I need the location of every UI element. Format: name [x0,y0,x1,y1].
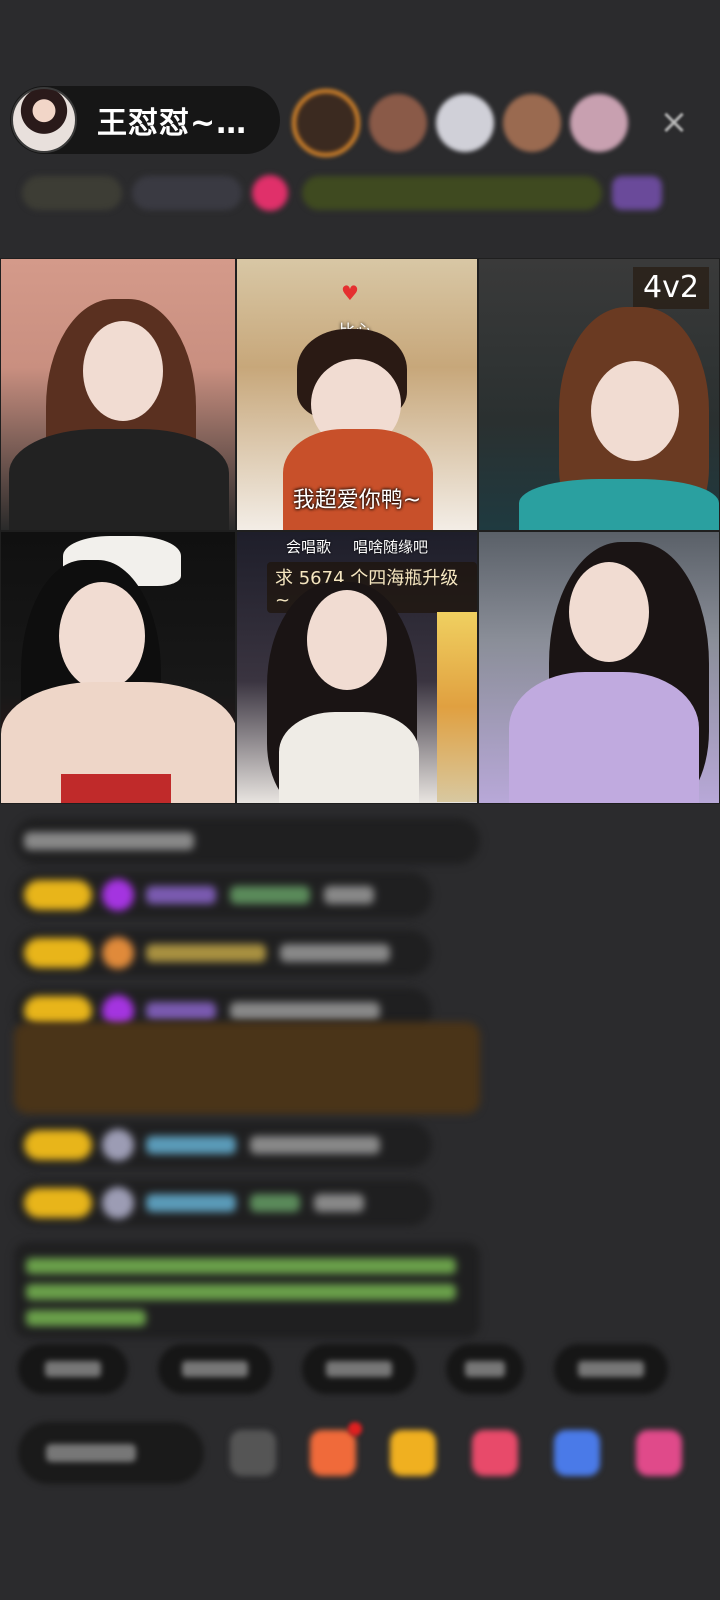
gift-box-icon[interactable] [390,1430,436,1476]
chat-message [14,872,432,918]
more-icon[interactable] [230,1430,276,1476]
comment-input[interactable] [18,1422,204,1484]
multi-guest-video-grid: ♥ 比心 我超爱你鸭~ 4v2 会唱歌 唱啥随缘吧 求 5674 个四海瓶升级~ [0,258,720,804]
heart-gift-icon[interactable] [472,1430,518,1476]
battle-mode-badge: 4v2 [633,267,709,309]
quick-chip[interactable] [446,1344,524,1394]
badge-icon[interactable] [252,175,288,211]
viewer-avatar-list [292,89,637,157]
video-tile-5[interactable]: 会唱歌 唱啥随缘吧 求 5674 个四海瓶升级~ [236,531,478,804]
rank-badge-row[interactable] [22,170,686,216]
close-icon[interactable]: × [656,104,692,140]
quick-chip[interactable] [302,1344,416,1394]
heart-icon: ♥ [341,281,359,305]
chat-message [14,1122,432,1168]
quick-chip[interactable] [18,1344,128,1394]
host-info-pill[interactable]: 王怼怼~… [10,86,280,154]
viewer-avatar[interactable] [570,94,628,152]
sticker-strip [437,612,477,802]
bottom-action-bar [18,1418,720,1492]
activity-banner[interactable] [302,176,602,210]
chat-message [14,1180,432,1226]
quick-chip[interactable] [158,1344,272,1394]
tip-left: 会唱歌 [285,538,331,556]
rank-chip[interactable] [22,176,122,210]
quick-chip[interactable] [554,1344,668,1394]
host-name: 王怼怼~… [97,106,248,141]
video-tile-3[interactable]: 4v2 [478,258,720,531]
gift-icon[interactable] [636,1430,682,1476]
host-avatar[interactable] [11,87,77,153]
video-caption: 我超爱你鸭~ [292,488,422,513]
quick-reply-chips[interactable] [18,1344,698,1394]
viewer-avatar[interactable] [292,89,360,157]
game-icon[interactable] [554,1430,600,1476]
video-tile-4[interactable] [0,531,236,804]
shop-icon[interactable] [310,1430,356,1476]
event-icon[interactable] [612,176,662,210]
viewer-avatar[interactable] [503,94,561,152]
notification-dot [348,1422,362,1436]
tip-right: 唱啥随缘吧 [353,538,429,556]
video-tile-2[interactable]: ♥ 比心 我超爱你鸭~ [236,258,478,531]
rank-chip[interactable] [132,176,242,210]
tip-line: 会唱歌 唱啥随缘吧 [237,536,477,557]
viewer-avatar[interactable] [436,94,494,152]
viewer-avatar[interactable] [369,94,427,152]
system-notice [14,1242,480,1338]
chat-message [14,818,480,864]
gift-message [14,1022,480,1114]
chat-message [14,930,432,976]
video-tile-6[interactable] [478,531,720,804]
video-tile-1[interactable] [0,258,236,531]
